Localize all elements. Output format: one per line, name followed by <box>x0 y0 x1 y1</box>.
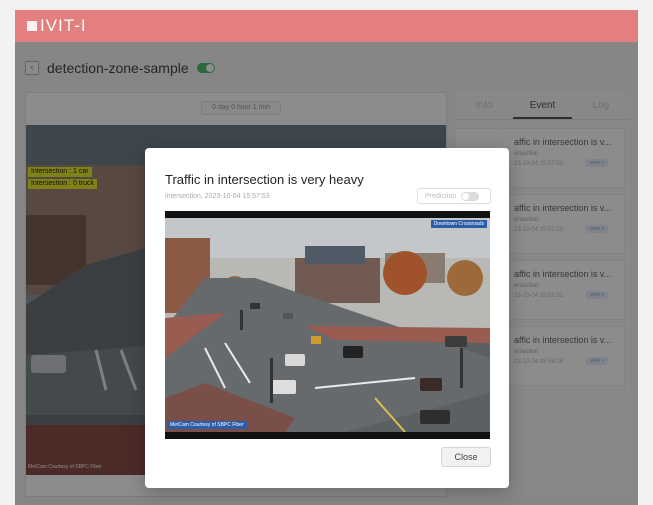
snapshot-frame: Downtown Crossroads MetCam Courtesy of S… <box>165 211 490 439</box>
logo-icon <box>27 21 37 31</box>
camera-watermark: MetCam Courtesy of SBPC Fiber <box>167 421 247 429</box>
app-logo[interactable]: IVIT-I <box>27 16 87 36</box>
snapshot-image <box>165 218 490 432</box>
event-snapshot: Downtown Crossroads MetCam Courtesy of S… <box>165 218 490 432</box>
prediction-switch[interactable] <box>461 191 480 201</box>
dialog-title: Traffic in intersection is very heavy <box>165 172 364 187</box>
prediction-label: Prediction <box>425 192 457 200</box>
prediction-toggle[interactable]: Prediction <box>417 188 491 204</box>
app-logo-text: IVIT-I <box>40 16 87 35</box>
app-header: IVIT-I <box>15 10 638 42</box>
close-button[interactable]: Close <box>441 447 491 467</box>
dialog-subtitle: intersection, 2023-10-04 15:57:53 <box>165 193 270 200</box>
camera-logo: Downtown Crossroads <box>430 220 487 228</box>
event-detail-dialog: Traffic in intersection is very heavy in… <box>145 148 509 488</box>
